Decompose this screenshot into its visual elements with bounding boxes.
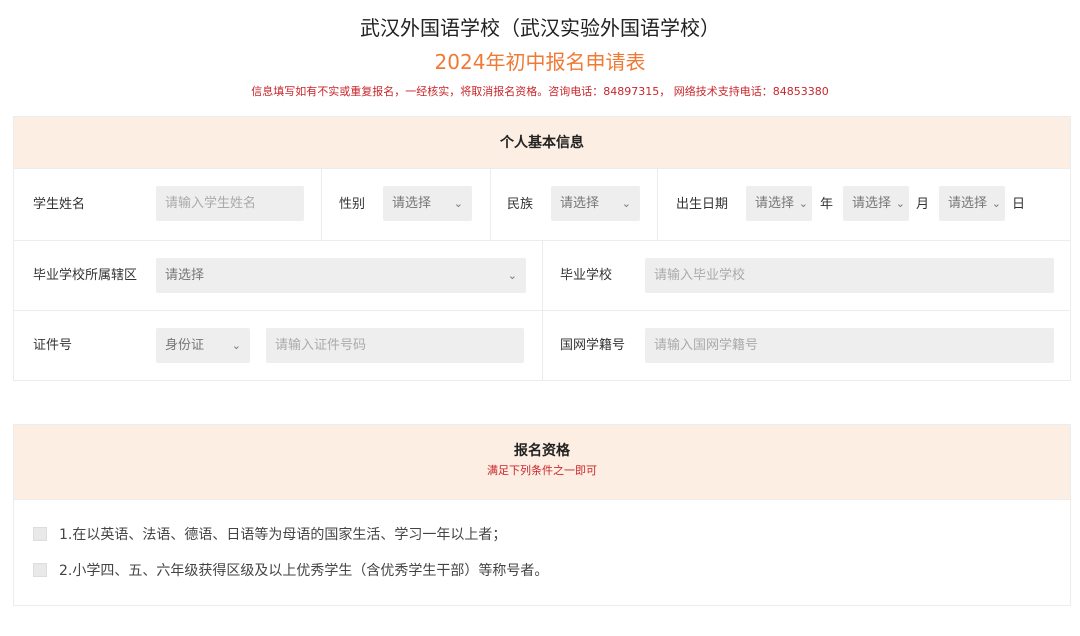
basic-info-row-2: 毕业学校所属辖区 请选择 ⌄ 毕业学校 请输入毕业学校: [14, 241, 1070, 311]
qualification-option-label: 2.小学四、五、六年级获得区级及以上优秀学生（含优秀学生干部）等称号者。: [59, 563, 549, 579]
birth-month-value: 请选择: [852, 196, 892, 211]
id-type-select[interactable]: 身份证 ⌄: [156, 328, 250, 363]
checkbox[interactable]: [33, 563, 47, 577]
ethnicity-label: 民族: [507, 197, 534, 212]
qualification-heading: 报名资格: [514, 443, 570, 459]
student-name-placeholder: 请输入学生姓名: [165, 196, 257, 211]
school-input[interactable]: 请输入毕业学校: [645, 258, 1054, 293]
checkbox[interactable]: [33, 527, 47, 541]
divider: [542, 311, 543, 381]
birth-year-value: 请选择: [755, 196, 795, 211]
student-id-placeholder: 请输入国网学籍号: [654, 338, 759, 353]
basic-info-heading: 个人基本信息: [14, 117, 1070, 169]
gender-label: 性别: [339, 197, 366, 212]
chevron-down-icon: ⌄: [895, 197, 905, 210]
qualification-option-label: 1.在以英语、法语、德语、日语等为母语的国家生活、学习一年以上者；: [59, 527, 507, 543]
id-number-input[interactable]: 请输入证件号码: [266, 328, 524, 363]
chevron-down-icon: ⌄: [621, 197, 631, 210]
id-number-placeholder: 请输入证件号码: [275, 338, 367, 353]
year-unit: 年: [820, 197, 834, 212]
district-select-value: 请选择: [165, 268, 205, 283]
chevron-down-icon: ⌄: [507, 269, 517, 282]
divider: [657, 169, 658, 240]
qualification-option-2[interactable]: 2.小学四、五、六年级获得区级及以上优秀学生（含优秀学生干部）等称号者。: [33, 561, 548, 581]
gender-select-value: 请选择: [392, 196, 432, 211]
ethnicity-select[interactable]: 请选择 ⌄: [551, 186, 640, 221]
birth-day-value: 请选择: [948, 196, 988, 211]
divider: [321, 169, 322, 240]
qualification-option-1[interactable]: 1.在以英语、法语、德语、日语等为母语的国家生活、学习一年以上者；: [33, 525, 506, 545]
birth-day-select[interactable]: 请选择 ⌄: [939, 186, 1005, 221]
qualification-section: 报名资格 满足下列条件之一即可 1.在以英语、法语、德语、日语等为母语的国家生活…: [13, 424, 1071, 606]
student-name-label: 学生姓名: [33, 197, 86, 212]
basic-info-section: 个人基本信息 学生姓名 请输入学生姓名 性别 请选择 ⌄ 民族 请选择 ⌄ 出生…: [13, 116, 1071, 381]
divider: [490, 169, 491, 240]
day-unit: 日: [1012, 197, 1026, 212]
qualification-subheading: 满足下列条件之一即可: [487, 464, 597, 477]
chevron-down-icon: ⌄: [231, 339, 241, 352]
student-id-input[interactable]: 请输入国网学籍号: [645, 328, 1054, 363]
birth-date-label: 出生日期: [676, 197, 729, 212]
birth-month-select[interactable]: 请选择 ⌄: [843, 186, 909, 221]
form-title: 2024年初中报名申请表: [434, 50, 646, 74]
birth-year-select[interactable]: 请选择 ⌄: [746, 186, 812, 221]
chevron-down-icon: ⌄: [991, 197, 1001, 210]
student-name-input[interactable]: 请输入学生姓名: [156, 186, 304, 221]
notice-text: 信息填写如有不实或重复报名，一经核实，将取消报名资格。咨询电话：84897315…: [251, 85, 829, 98]
chevron-down-icon: ⌄: [453, 197, 463, 210]
divider: [542, 241, 543, 310]
student-id-label: 国网学籍号: [560, 338, 626, 353]
basic-info-row-3: 证件号 身份证 ⌄ 请输入证件号码 国网学籍号 请输入国网学籍号: [14, 311, 1070, 381]
basic-info-row-1: 学生姓名 请输入学生姓名 性别 请选择 ⌄ 民族 请选择 ⌄ 出生日期 请选择 …: [14, 169, 1070, 241]
district-label: 毕业学校所属辖区: [33, 268, 138, 283]
id-type-value: 身份证: [165, 338, 205, 353]
gender-select[interactable]: 请选择 ⌄: [383, 186, 472, 221]
ethnicity-select-value: 请选择: [560, 196, 600, 211]
school-placeholder: 请输入毕业学校: [654, 268, 746, 283]
qualification-header: 报名资格 满足下列条件之一即可: [14, 425, 1070, 500]
application-page: 武汉外国语学校（武汉实验外国语学校） 2024年初中报名申请表 信息填写如有不实…: [0, 0, 1080, 636]
month-unit: 月: [916, 197, 930, 212]
id-number-label: 证件号: [33, 338, 73, 353]
school-title: 武汉外国语学校（武汉实验外国语学校）: [360, 16, 720, 40]
school-label: 毕业学校: [560, 268, 613, 283]
chevron-down-icon: ⌄: [798, 197, 808, 210]
district-select[interactable]: 请选择 ⌄: [156, 258, 526, 293]
